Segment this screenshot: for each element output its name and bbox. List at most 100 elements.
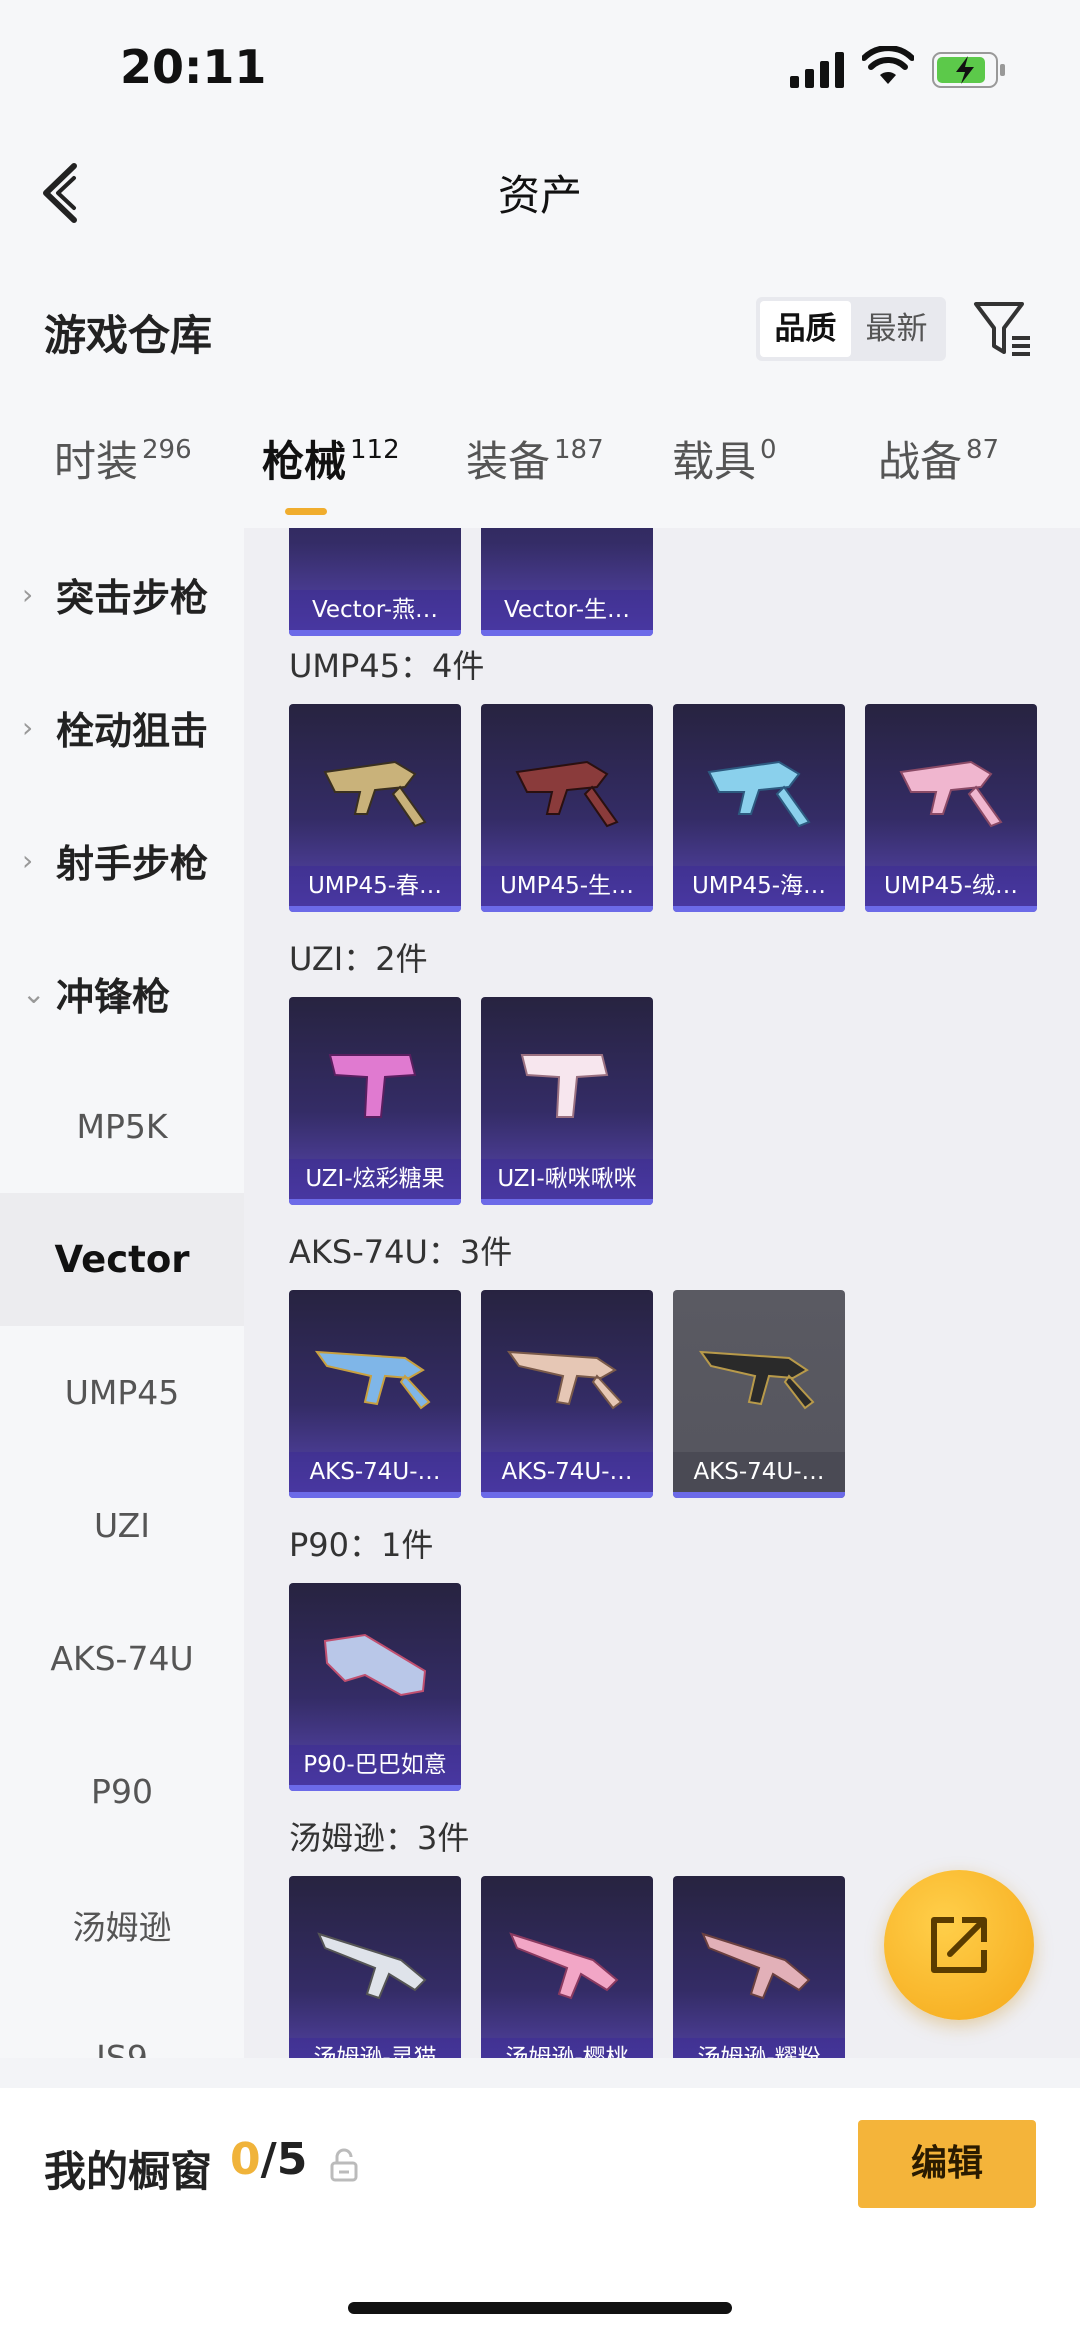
sidebar-item-uzi[interactable]: UZI (0, 1459, 244, 1592)
group-title: 汤姆逊：3件 (289, 1819, 470, 1857)
sidebar-item-ump45[interactable]: UMP45 (0, 1326, 244, 1459)
sidebar-item-aks74u[interactable]: AKS-74U (0, 1592, 244, 1725)
gun-icon (328, 1054, 417, 1118)
sort-latest-button[interactable]: 最新 (851, 301, 942, 357)
skin-name: UMP45-春… (289, 866, 461, 906)
tab-outfits[interactable]: 时装 296 (54, 428, 192, 489)
chevron-right-icon: › (22, 711, 34, 744)
skin-name: 汤姆逊-樱桃 (481, 2038, 653, 2058)
warehouse-header: 游戏仓库 品质 最新 (0, 260, 1080, 400)
gun-icon (323, 760, 427, 828)
skin-name: 汤姆逊-耀粉 (673, 2038, 845, 2058)
skin-card[interactable]: UMP45-海… (673, 704, 845, 912)
skin-card[interactable]: UZI-啾咪啾咪 (481, 997, 653, 1205)
skin-card[interactable]: 汤姆逊-樱桃 (481, 1876, 653, 2058)
tab-label: 载具 (672, 437, 757, 486)
tab-label: 装备 (466, 437, 551, 486)
tab-count: 296 (142, 435, 192, 465)
tab-count: 112 (350, 435, 400, 465)
tab-label: 战备 (878, 437, 963, 486)
skin-card[interactable]: P90-巴巴如意 (289, 1583, 461, 1791)
skin-name: 汤姆逊-灵猫 (289, 2038, 461, 2058)
gun-icon (520, 1054, 609, 1118)
edit-button[interactable]: 编辑 (858, 2120, 1036, 2208)
card-quality-bar (289, 1785, 461, 1791)
skin-name: Vector-燕… (289, 590, 461, 630)
battery-charging-icon (932, 52, 1005, 88)
tab-count: 187 (554, 435, 604, 465)
tab-equipment[interactable]: 装备 187 (466, 428, 604, 489)
group-title: UMP45：4件 (289, 647, 485, 685)
skin-name: AKS-74U-… (673, 1452, 845, 1492)
skin-card[interactable]: Vector-生… (481, 528, 653, 636)
skin-card[interactable]: AKS-74U-… (481, 1290, 653, 1498)
skin-name: P90-巴巴如意 (289, 1745, 461, 1785)
sidebar-item-marksman-rifle[interactable]: › 射手步枪 (0, 794, 244, 927)
card-quality-bar (289, 906, 461, 912)
skin-card[interactable]: UMP45-绒… (865, 704, 1037, 912)
tab-label: 枪械 (262, 437, 347, 486)
share-button[interactable] (884, 1870, 1034, 2020)
home-indicator (348, 2302, 732, 2314)
wifi-icon (862, 46, 914, 84)
chevron-right-icon: › (22, 578, 34, 611)
filter-icon[interactable] (972, 298, 1034, 360)
sidebar-item-label: 冲锋枪 (56, 975, 171, 1019)
gun-icon (515, 760, 619, 828)
skin-name: UMP45-海… (673, 866, 845, 906)
showcase-total: /5 (260, 2134, 308, 2185)
skin-name: AKS-74U-… (289, 1452, 461, 1492)
skin-name: UZI-炫彩糖果 (289, 1159, 461, 1199)
gun-icon (899, 760, 1003, 828)
skin-name: UMP45-生… (481, 866, 653, 906)
showcase-current: 0 (230, 2134, 261, 2185)
gun-icon (701, 1932, 811, 2000)
status-time: 20:11 (120, 40, 267, 94)
skin-grid: Vector-燕… Vector-生… UMP45：4件 UMP45-春… UM… (244, 528, 1080, 2058)
tab-vehicles[interactable]: 载具 0 (672, 428, 777, 489)
active-tab-indicator (285, 508, 327, 515)
skin-card[interactable]: AKS-74U-… (289, 1290, 461, 1498)
card-quality-bar (481, 630, 653, 636)
skin-name: UMP45-绒… (865, 866, 1037, 906)
skin-name: AKS-74U-… (481, 1452, 653, 1492)
sidebar-item-vector[interactable]: Vector (0, 1193, 244, 1326)
sidebar-item-assault-rifle[interactable]: › 突击步枪 (0, 528, 244, 661)
lock-icon (330, 2148, 358, 2182)
gun-icon (317, 1932, 427, 2000)
sidebar-item-thompson[interactable]: 汤姆逊 (0, 1858, 244, 1991)
tab-tactical[interactable]: 战备 87 (878, 428, 999, 489)
skin-card[interactable]: UZI-炫彩糖果 (289, 997, 461, 1205)
card-quality-bar (673, 906, 845, 912)
skin-card[interactable]: AKS-74U-… (673, 1290, 845, 1498)
share-icon (931, 1917, 987, 1973)
card-quality-bar (481, 1492, 653, 1498)
nav-bar: 资产 (0, 130, 1080, 260)
sidebar-item-label: 射手步枪 (56, 842, 209, 886)
sidebar-item-p90[interactable]: P90 (0, 1725, 244, 1858)
skin-card[interactable]: Vector-燕… (289, 528, 461, 636)
chevron-down-icon: ⌄ (22, 977, 46, 1010)
skin-card[interactable]: UMP45-春… (289, 704, 461, 912)
cellular-signal-icon (790, 52, 844, 88)
sidebar-item-bolt-sniper[interactable]: › 栓动狙击 (0, 661, 244, 794)
skin-card[interactable]: 汤姆逊-耀粉 (673, 1876, 845, 2058)
sidebar-item-mp5k[interactable]: MP5K (0, 1060, 244, 1193)
sort-quality-button[interactable]: 品质 (760, 301, 851, 357)
gun-icon (323, 1633, 427, 1697)
page-title: 资产 (497, 171, 582, 220)
skin-card[interactable]: UMP45-生… (481, 704, 653, 912)
group-title: P90：1件 (289, 1526, 434, 1564)
tab-firearms[interactable]: 枪械 112 (262, 428, 400, 489)
tab-label: 时装 (54, 437, 139, 486)
sidebar-item-js9[interactable]: JS9 (0, 1991, 244, 2058)
card-quality-bar (289, 630, 461, 636)
showcase-count: 0/5 (230, 2134, 307, 2185)
sidebar-item-label: 栓动狙击 (56, 709, 209, 753)
chevron-right-icon: › (22, 844, 34, 877)
sidebar-item-smg[interactable]: ⌄ 冲锋枪 (0, 927, 244, 1060)
gun-icon (314, 1350, 431, 1410)
gun-icon (698, 1350, 815, 1410)
skin-card[interactable]: 汤姆逊-灵猫 (289, 1876, 461, 2058)
card-quality-bar (481, 906, 653, 912)
